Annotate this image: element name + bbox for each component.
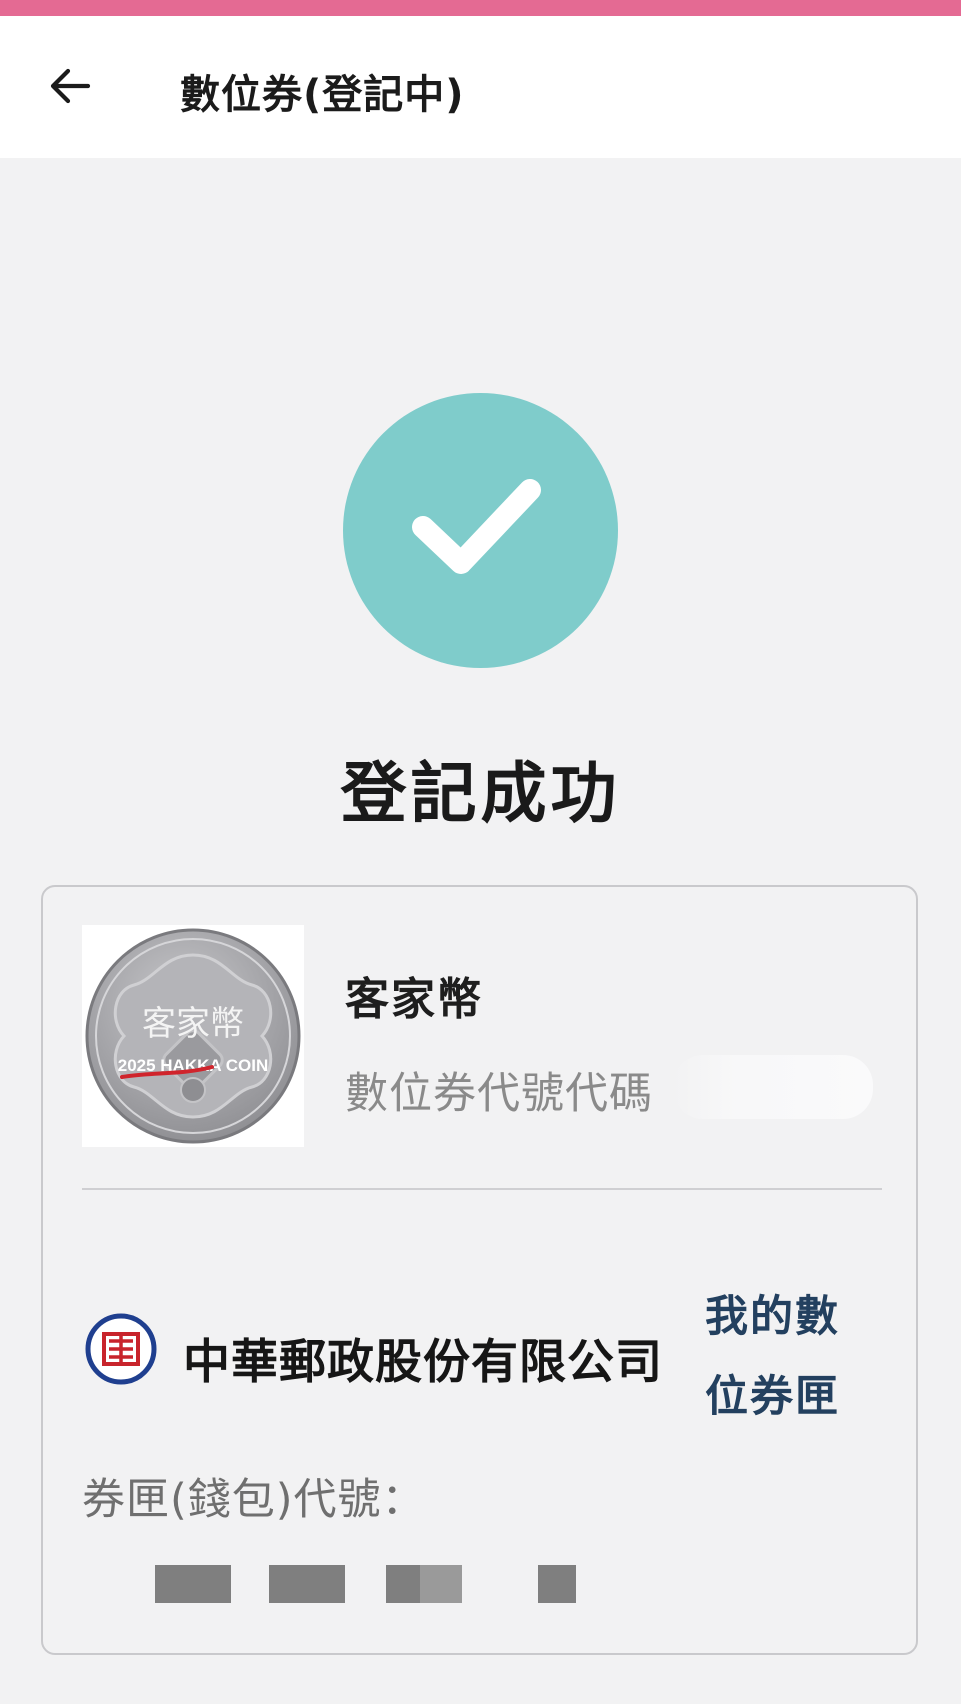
hakka-coin-image: 客家幣 2025 HAKKA COIN	[82, 925, 304, 1147]
divider	[82, 1188, 882, 1190]
success-indicator	[343, 393, 618, 668]
chunghwa-post-logo-icon	[85, 1313, 157, 1385]
wallet-id-redacted-3	[386, 1565, 462, 1603]
wallet-id-redacted-2	[269, 1565, 345, 1603]
wallet-id-redacted-4	[538, 1565, 576, 1603]
page-title: 數位券(登記中)	[180, 72, 465, 118]
svg-text:客家幣: 客家幣	[142, 1005, 244, 1043]
wallet-id-label: 券匣(錢包)代號：	[82, 1475, 426, 1525]
voucher-card: 客家幣 2025 HAKKA COIN 客家幣 數位券代號代碼 中華郵政股份有限…	[41, 885, 918, 1655]
voucher-code-value: 代碼	[565, 1069, 653, 1119]
voucher-code-label: 數位券代號代碼	[345, 1069, 653, 1119]
success-title: 登記成功	[340, 755, 621, 832]
back-button[interactable]	[36, 56, 104, 116]
status-bar-strip	[0, 0, 961, 16]
voucher-name: 客家幣	[345, 974, 483, 1025]
my-wallet-link[interactable]: 我的數位券匣	[705, 1277, 855, 1437]
provider-name: 中華郵政股份有限公司	[183, 1335, 663, 1390]
app-bar: 數位券(登記中)	[0, 16, 961, 158]
wallet-id-redacted-1	[155, 1565, 231, 1603]
voucher-code-redacted	[673, 1055, 873, 1119]
check-icon	[412, 479, 541, 574]
back-arrow-icon	[50, 68, 91, 104]
